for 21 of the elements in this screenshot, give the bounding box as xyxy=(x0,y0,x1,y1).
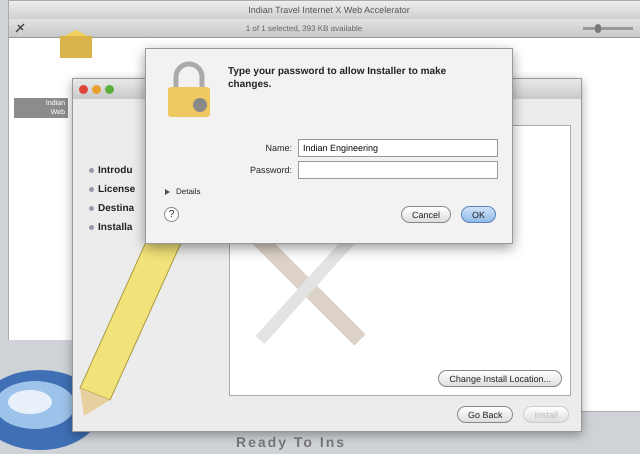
cancel-button[interactable]: Cancel xyxy=(400,206,451,223)
name-label: Name: xyxy=(264,143,292,153)
minimize-icon[interactable] xyxy=(92,84,101,94)
password-field[interactable] xyxy=(298,161,498,179)
disclosure-triangle-icon[interactable] xyxy=(164,188,170,194)
zoom-slider[interactable] xyxy=(595,24,601,32)
name-field[interactable]: Indian Engineering xyxy=(298,139,498,157)
status-text: 1 of 1 selected, 393 KB available xyxy=(244,24,364,32)
ok-button[interactable]: OK xyxy=(460,206,496,223)
dialog-message: Type your password to allow Installer to make changes. xyxy=(228,65,448,92)
tools-icon[interactable] xyxy=(15,23,25,33)
change-location-button[interactable]: Change Install Location... xyxy=(438,370,562,387)
help-button[interactable]: ? xyxy=(164,207,179,222)
window-title: Indian Travel Internet X Web Accelerator xyxy=(248,5,410,15)
zoom-icon[interactable] xyxy=(105,84,114,94)
background-caption: Ready To Ins xyxy=(236,434,346,450)
package-icon[interactable] xyxy=(58,30,94,60)
details-disclosure[interactable]: Details xyxy=(164,187,496,196)
password-label: Password: xyxy=(248,165,292,175)
close-icon[interactable] xyxy=(79,84,88,94)
back-button[interactable]: Go Back xyxy=(456,406,514,423)
